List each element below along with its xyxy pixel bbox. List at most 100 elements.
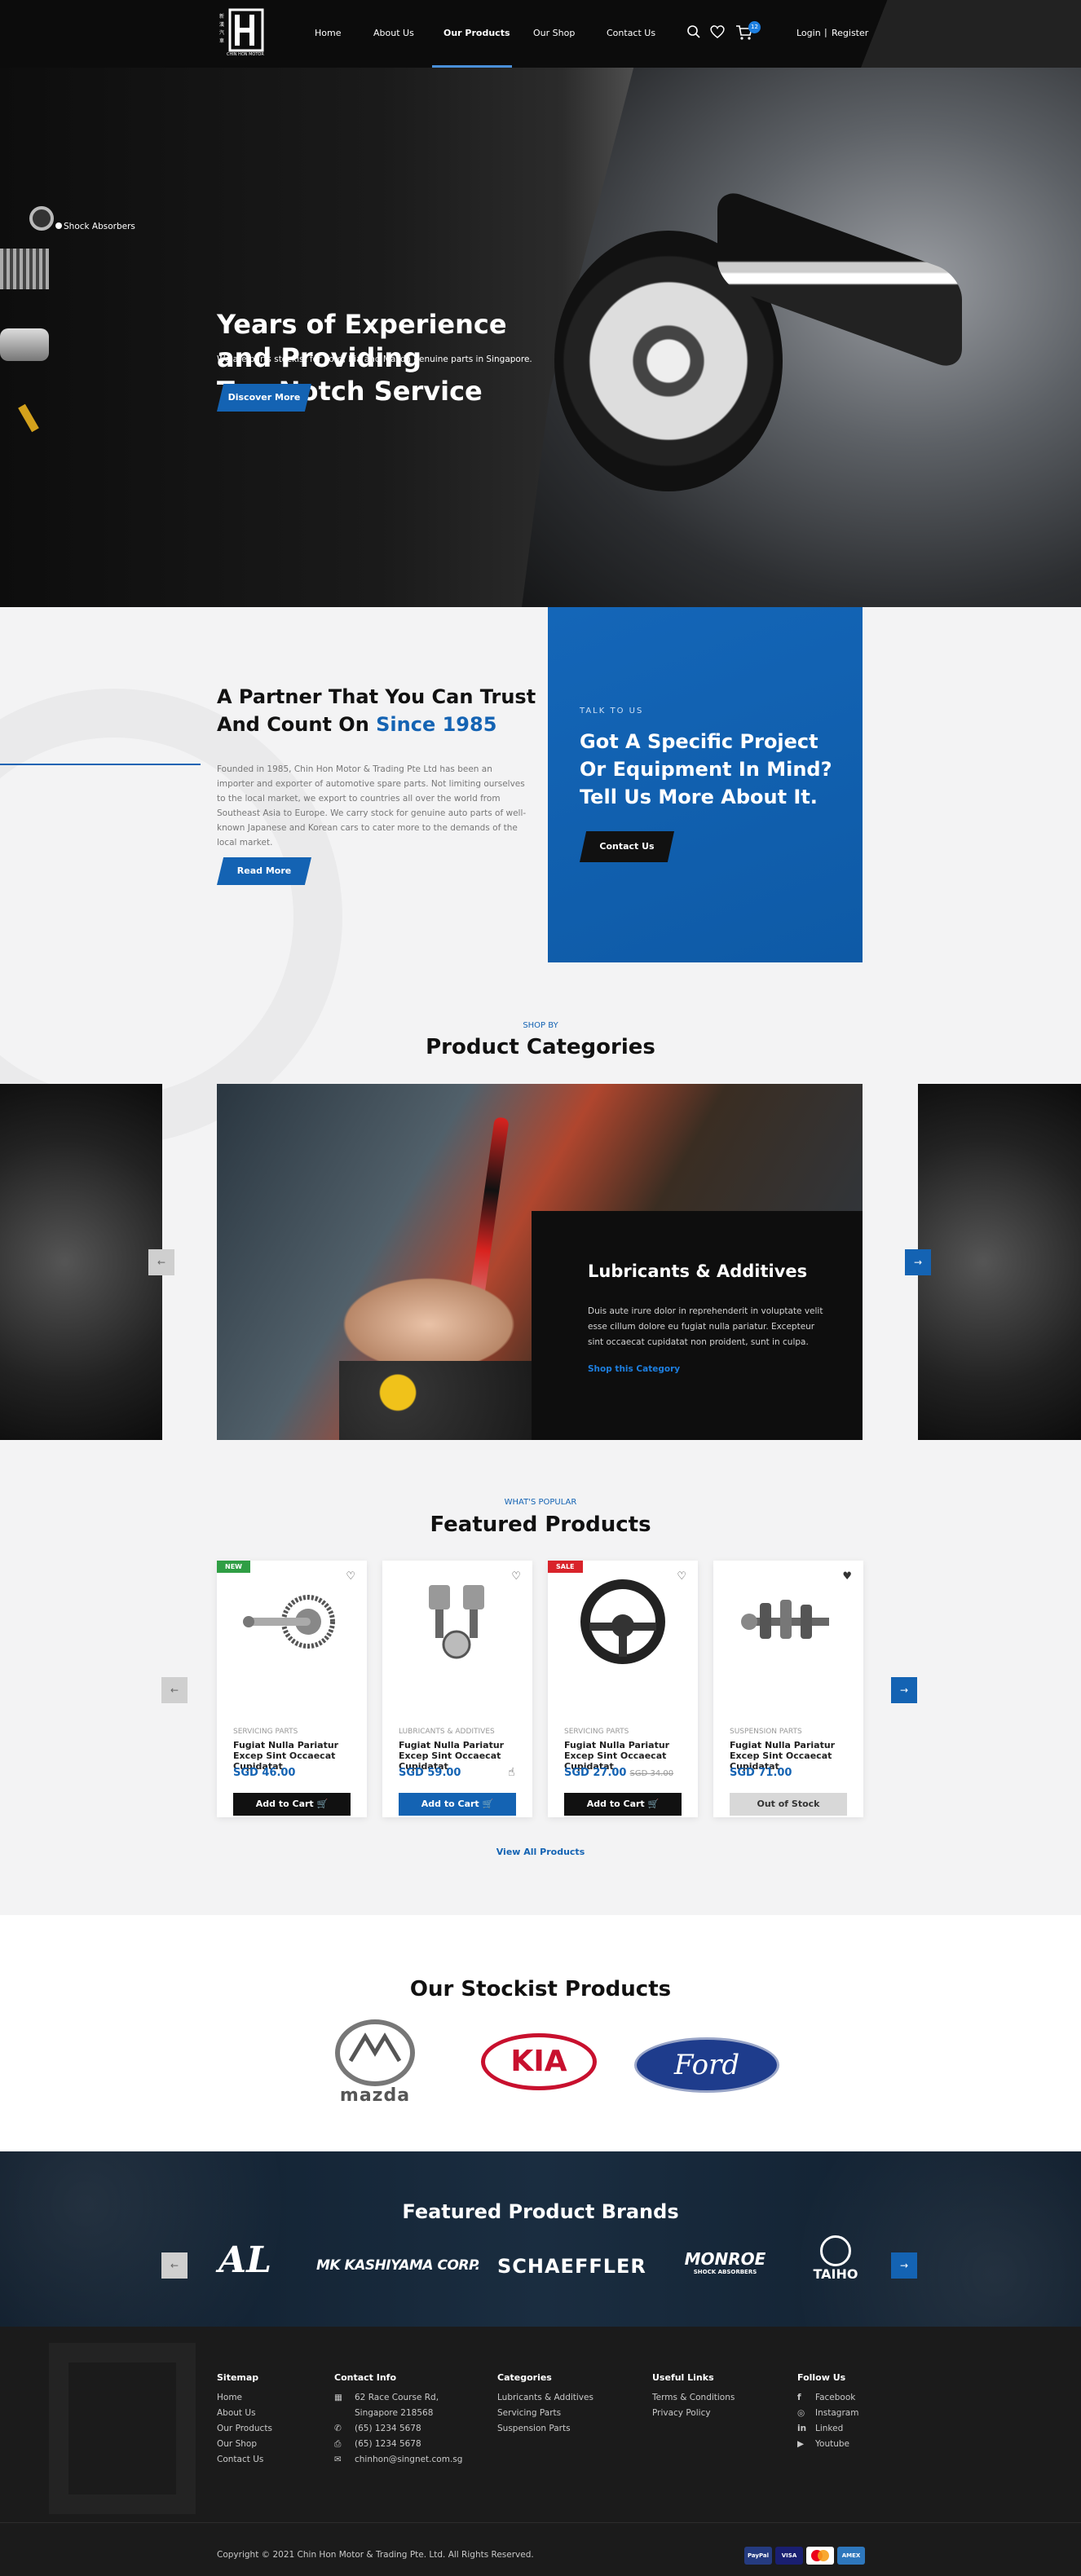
- read-more-button[interactable]: Read More: [217, 857, 311, 885]
- footer-link-home[interactable]: Home: [217, 2390, 242, 2406]
- category-slide-prev[interactable]: [0, 1084, 162, 1440]
- footer-category-lubricants[interactable]: Lubricants & Additives: [497, 2390, 593, 2406]
- contact-us-button[interactable]: Contact Us: [580, 831, 674, 862]
- nav-home[interactable]: Home: [315, 28, 341, 38]
- partner-title-line2-text: And Count On: [217, 713, 377, 736]
- brands-bg-parts: [0, 2151, 1081, 2327]
- wishlist-heart-icon[interactable]: [709, 24, 726, 39]
- instagram-icon[interactable]: ◎: [797, 2406, 805, 2421]
- footer-copyright: Copyright © 2021 Chin Hon Motor & Tradin…: [217, 2550, 534, 2560]
- logo-text: CHIN HON MOTOR: [227, 52, 264, 57]
- product-card[interactable]: ♡ LUBRICANTS & ADDITIVES Fugiat Nulla Pa…: [382, 1561, 532, 1817]
- facebook-icon[interactable]: f: [797, 2390, 801, 2406]
- footer-link-contact[interactable]: Contact Us: [217, 2452, 263, 2468]
- footer-email[interactable]: chinhon@singnet.com.sg: [355, 2452, 462, 2468]
- product-image[interactable]: [399, 1577, 516, 1667]
- footer-category-servicing[interactable]: Servicing Parts: [497, 2406, 561, 2421]
- footer-link-products[interactable]: Our Products: [217, 2421, 272, 2437]
- monroe-tagline: SHOCK ABSORBERS: [693, 2269, 757, 2275]
- add-to-cart-button[interactable]: Add to Cart 🛒: [564, 1793, 682, 1816]
- brand-al-logo[interactable]: AL: [218, 2239, 271, 2281]
- monroe-wordmark: MONROE: [684, 2249, 766, 2269]
- ford-wordmark: Ford: [673, 2049, 740, 2081]
- add-to-cart-button[interactable]: Add to Cart 🛒: [233, 1793, 351, 1816]
- category-slide-next[interactable]: [918, 1084, 1081, 1440]
- youtube-icon[interactable]: ▶: [797, 2437, 804, 2452]
- footer-contact-title: Contact Info: [334, 2372, 397, 2383]
- mazda-wordmark: mazda: [339, 2085, 411, 2106]
- brand-schaeffler-logo[interactable]: SCHAEFFLER: [497, 2255, 646, 2278]
- nav-our-products[interactable]: Our Products: [443, 28, 510, 38]
- login-link[interactable]: Login: [796, 28, 821, 38]
- mastercard-orange-circle: [818, 2550, 829, 2561]
- categories-eyebrow: SHOP BY: [523, 1021, 558, 1030]
- search-icon[interactable]: [686, 24, 701, 39]
- nav-our-shop[interactable]: Our Shop: [533, 28, 575, 38]
- footer-linkedin-link[interactable]: Linked: [815, 2421, 843, 2437]
- products-next-arrow[interactable]: →: [891, 1677, 917, 1703]
- product-image[interactable]: [233, 1577, 351, 1667]
- product-price: SGD 59.00: [399, 1767, 461, 1779]
- partner-title: A Partner That You Can Trust And Count O…: [217, 683, 543, 738]
- site-header: 新 漢 汽 車 CHIN HON MOTOR Home About Us Our…: [0, 0, 1081, 68]
- hero-side-label-dot[interactable]: [55, 222, 62, 229]
- category-info-panel: Lubricants & Additives Duis aute irure d…: [532, 1211, 863, 1440]
- talk-title-line3: Tell Us More About It.: [580, 786, 818, 808]
- footer-link-about[interactable]: About Us: [217, 2406, 256, 2421]
- kia-logo[interactable]: KIA: [481, 2033, 597, 2090]
- partner-title-highlight: Since 1985: [376, 713, 497, 736]
- engine-piston-icon: [429, 1585, 484, 1659]
- paypal-icon: PayPal: [744, 2547, 772, 2565]
- taiho-wordmark: TAIHO: [813, 2266, 858, 2282]
- svg-text:漢: 漢: [219, 21, 224, 28]
- register-link[interactable]: Register: [832, 28, 868, 38]
- partner-body: Founded in 1985, Chin Hon Motor & Tradin…: [217, 764, 527, 848]
- brands-next-arrow[interactable]: →: [891, 2252, 917, 2279]
- brands-prev-arrow[interactable]: ←: [161, 2252, 188, 2279]
- visa-icon: VISA: [775, 2547, 803, 2565]
- brand-monroe-logo[interactable]: MONROE SHOCK ABSORBERS: [678, 2249, 772, 2275]
- discover-more-button[interactable]: Discover More: [217, 384, 311, 412]
- shop-category-link[interactable]: Shop this Category: [588, 1364, 680, 1374]
- mazda-logo[interactable]: mazda: [326, 2019, 424, 2108]
- ford-logo[interactable]: Ford: [634, 2037, 779, 2093]
- product-card[interactable]: ♥ SUSPENSION PARTS Fugiat Nulla Pariatur…: [713, 1561, 863, 1817]
- linkedin-icon[interactable]: in: [797, 2421, 806, 2437]
- footer-youtube-link[interactable]: Youtube: [815, 2437, 849, 2452]
- account-separator: |: [824, 27, 827, 37]
- product-card[interactable]: NEW ♡ SERVICING PARTS Fugiat Nulla Paria…: [217, 1561, 367, 1817]
- add-to-cart-button[interactable]: Add to Cart 🛒: [399, 1793, 516, 1816]
- product-image[interactable]: [564, 1577, 682, 1667]
- svg-text:車: 車: [219, 37, 224, 44]
- category-next-arrow[interactable]: →: [905, 1249, 931, 1275]
- out-of-stock-label: Out of Stock: [757, 1799, 820, 1809]
- taiho-emblem-icon: [820, 2235, 851, 2266]
- hero-subtitle: We are parts stockist for Ford, Kia and …: [217, 354, 532, 364]
- svg-text:汽: 汽: [219, 29, 224, 36]
- footer-category-suspension[interactable]: Suspension Parts: [497, 2421, 571, 2437]
- brand-taiho-logo[interactable]: TAIHO: [807, 2235, 864, 2282]
- footer-terms-link[interactable]: Terms & Conditions: [652, 2390, 735, 2406]
- hero-title-line1: Years of Experience: [217, 309, 507, 340]
- email-icon: ✉: [334, 2455, 342, 2464]
- product-badge-new: NEW: [217, 1561, 250, 1573]
- crankshaft-icon: [741, 1600, 829, 1639]
- product-price: SGD 71.00: [730, 1767, 792, 1779]
- product-image[interactable]: [730, 1577, 847, 1667]
- footer-facebook-link[interactable]: Facebook: [815, 2390, 855, 2406]
- hero-side-label[interactable]: Shock Absorbers: [64, 222, 135, 231]
- steering-wheel-icon: [580, 1579, 665, 1664]
- category-prev-arrow[interactable]: ←: [148, 1249, 174, 1275]
- nav-contact[interactable]: Contact Us: [607, 28, 655, 38]
- nav-about[interactable]: About Us: [373, 28, 414, 38]
- product-card[interactable]: SALE ♡ SERVICING PARTS Fugiat Nulla Pari…: [548, 1561, 698, 1817]
- featured-title: Featured Products: [430, 1513, 651, 1537]
- footer-phone[interactable]: (65) 1234 5678: [355, 2421, 421, 2437]
- view-all-products-link[interactable]: View All Products: [0, 1847, 1081, 1857]
- site-logo[interactable]: 新 漢 汽 車 CHIN HON MOTOR: [217, 8, 269, 60]
- products-prev-arrow[interactable]: ←: [161, 1677, 188, 1703]
- footer-privacy-link[interactable]: Privacy Policy: [652, 2406, 711, 2421]
- footer-link-shop[interactable]: Our Shop: [217, 2437, 257, 2452]
- brand-mk-kashiyama-logo[interactable]: MK KASHIYAMA CORP.: [316, 2257, 480, 2274]
- footer-instagram-link[interactable]: Instagram: [815, 2406, 858, 2421]
